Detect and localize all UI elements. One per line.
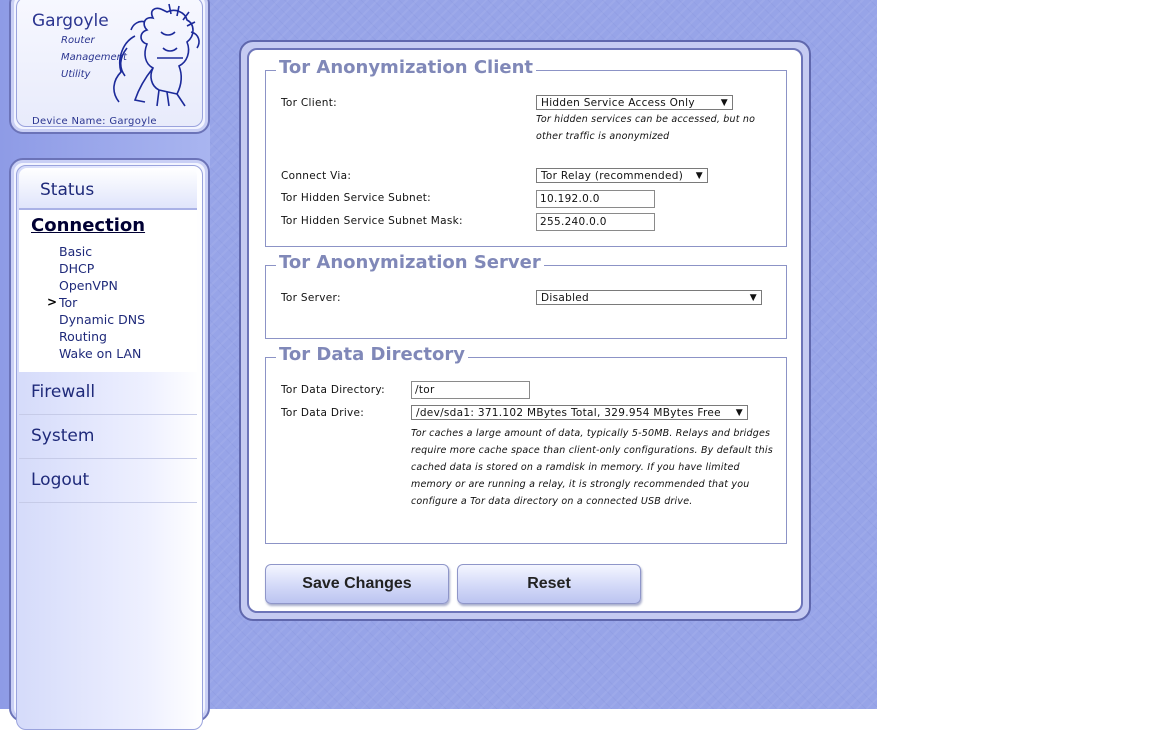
nav-status-label: Status xyxy=(40,180,95,200)
nav-system-label: System xyxy=(31,426,95,446)
connect-via-label: Connect Via: xyxy=(281,170,352,182)
tor-server-select-value: Disabled xyxy=(541,292,590,304)
nav-logout-label: Logout xyxy=(31,470,90,490)
sidebar-item-routing[interactable]: Routing xyxy=(59,329,107,344)
sidebar-nav: Status Connection Basic DHCP OpenVPN > T… xyxy=(9,158,210,730)
data-directory-label: Tor Data Directory: xyxy=(281,384,385,396)
data-drive-select-value: /dev/sda1: 371.102 MBytes Total, 329.954… xyxy=(416,407,721,419)
save-changes-button[interactable]: Save Changes xyxy=(265,564,449,604)
nav-connection-section: Connection Basic DHCP OpenVPN > Tor Dyna… xyxy=(19,210,197,372)
tor-data-directory-section: Tor Data Directory Tor Data Directory: /… xyxy=(265,344,787,544)
nav-firewall-label: Firewall xyxy=(31,382,96,402)
device-name: Device Name: Gargoyle xyxy=(32,116,157,127)
brand-subtitle-line-1: Router xyxy=(61,35,95,46)
tor-client-title: Tor Anonymization Client xyxy=(276,57,537,78)
sidebar-item-dhcp[interactable]: DHCP xyxy=(59,261,94,276)
reset-button[interactable]: Reset xyxy=(457,564,641,604)
active-item-marker: > xyxy=(47,295,58,309)
tor-server-title: Tor Anonymization Server xyxy=(276,252,544,273)
data-directory-input[interactable]: /tor xyxy=(411,381,530,399)
hidden-service-subnet-label: Tor Hidden Service Subnet: xyxy=(281,192,432,204)
tor-server-label: Tor Server: xyxy=(281,292,341,304)
logo-panel: Gargoyle Router Management Utility Devic… xyxy=(9,0,210,134)
dropdown-arrow-icon: ▼ xyxy=(720,98,728,108)
dropdown-arrow-icon: ▼ xyxy=(735,408,743,418)
sidebar-item-wake-on-lan[interactable]: Wake on LAN xyxy=(59,346,141,361)
data-drive-select[interactable]: /dev/sda1: 371.102 MBytes Total, 329.954… xyxy=(411,405,748,420)
dropdown-arrow-icon: ▼ xyxy=(749,293,757,303)
data-drive-label: Tor Data Drive: xyxy=(281,407,365,419)
hidden-service-subnet-input[interactable]: 10.192.0.0 xyxy=(536,190,655,208)
connect-via-select[interactable]: Tor Relay (recommended) ▼ xyxy=(536,168,708,183)
sidebar-item-basic[interactable]: Basic xyxy=(59,244,92,259)
dropdown-arrow-icon: ▼ xyxy=(695,171,703,181)
brand-title: Gargoyle xyxy=(32,11,109,31)
nav-connection[interactable]: Connection xyxy=(31,215,145,236)
tor-client-section: Tor Anonymization Client Tor Client: Hid… xyxy=(265,57,787,247)
gargoyle-logo-icon xyxy=(113,3,200,107)
nav-system[interactable]: System xyxy=(19,416,197,459)
sidebar-item-tor[interactable]: Tor xyxy=(59,295,77,310)
nav-firewall[interactable]: Firewall xyxy=(19,372,197,415)
tor-client-select-value: Hidden Service Access Only xyxy=(541,97,695,109)
sidebar-item-openvpn[interactable]: OpenVPN xyxy=(59,278,118,293)
connect-via-select-value: Tor Relay (recommended) xyxy=(541,170,684,182)
nav-logout[interactable]: Logout xyxy=(19,460,197,503)
tor-data-directory-title: Tor Data Directory xyxy=(276,344,468,365)
tor-client-select[interactable]: Hidden Service Access Only ▼ xyxy=(536,95,733,110)
tor-server-select[interactable]: Disabled ▼ xyxy=(536,290,762,305)
data-directory-note: Tor caches a large amount of data, typic… xyxy=(411,428,773,507)
tor-server-section: Tor Anonymization Server Tor Server: Dis… xyxy=(265,252,787,339)
sidebar-item-dynamic-dns[interactable]: Dynamic DNS xyxy=(59,312,145,327)
hidden-service-mask-label: Tor Hidden Service Subnet Mask: xyxy=(281,215,463,227)
tor-client-label: Tor Client: xyxy=(281,97,337,109)
main-panel: Tor Anonymization Client Tor Client: Hid… xyxy=(239,40,811,621)
nav-status[interactable]: Status xyxy=(19,168,197,210)
tor-client-note: Tor hidden services can be accessed, but… xyxy=(536,114,756,142)
hidden-service-mask-input[interactable]: 255.240.0.0 xyxy=(536,213,655,231)
brand-subtitle-line-3: Utility xyxy=(61,69,91,80)
